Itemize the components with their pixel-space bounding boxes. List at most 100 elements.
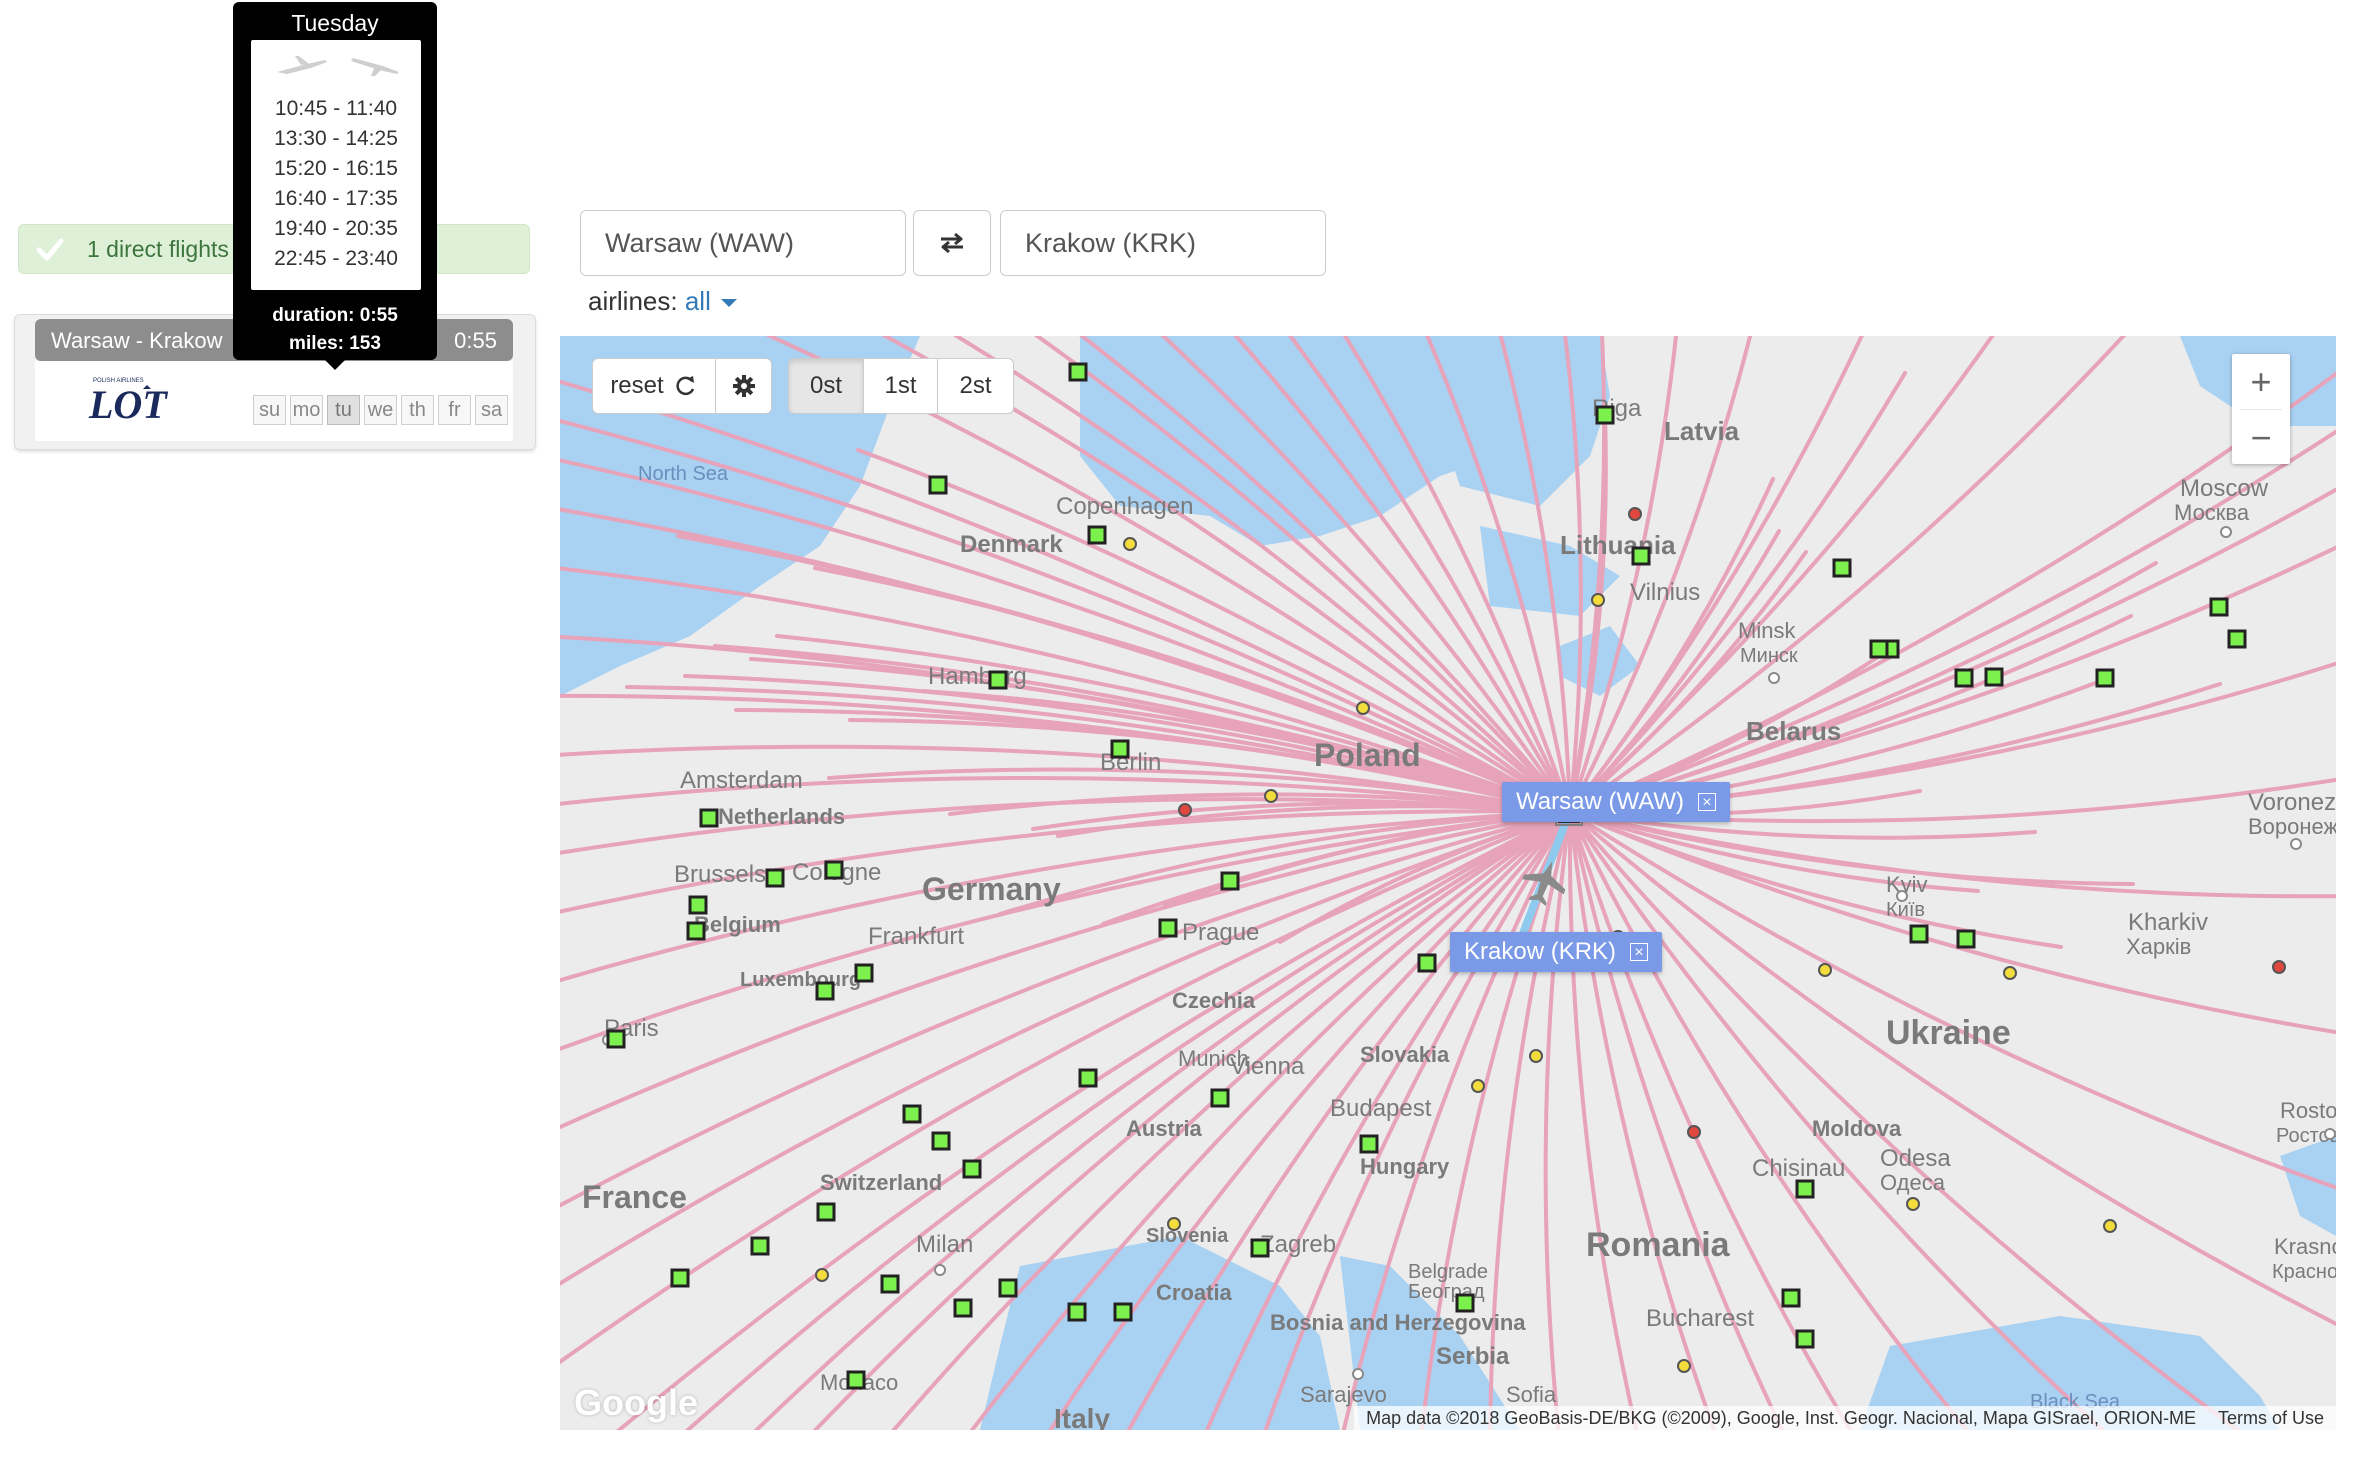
airport-marker[interactable] xyxy=(1909,924,1929,944)
day-we[interactable]: we xyxy=(364,395,397,425)
airport-marker[interactable] xyxy=(953,1298,973,1318)
airport-marker[interactable] xyxy=(1631,546,1651,566)
airport-marker[interactable] xyxy=(1110,739,1130,759)
place-label: Denmark xyxy=(960,531,1063,558)
airport-marker[interactable] xyxy=(1113,1302,1133,1322)
airport-marker[interactable] xyxy=(699,808,719,828)
place-label: Hungary xyxy=(1360,1154,1450,1179)
small-airport-marker[interactable] xyxy=(1906,1197,1920,1211)
terms-link[interactable]: Terms of Use xyxy=(2218,1408,2324,1429)
airport-marker[interactable] xyxy=(1595,405,1615,425)
airport-marker[interactable] xyxy=(1954,668,1974,688)
small-airport-marker[interactable] xyxy=(1471,1079,1485,1093)
small-airport-marker[interactable] xyxy=(1591,593,1605,607)
small-airport-marker[interactable] xyxy=(1167,1217,1181,1231)
small-airport-marker[interactable] xyxy=(1677,1359,1691,1373)
small-airport-marker[interactable] xyxy=(2272,960,2286,974)
small-airport-marker[interactable] xyxy=(1178,803,1192,817)
check-icon xyxy=(36,238,64,261)
zoom-in-button[interactable]: + xyxy=(2232,354,2290,409)
airport-marker[interactable] xyxy=(854,963,874,983)
airport-marker[interactable] xyxy=(931,1131,951,1151)
airport-marker[interactable] xyxy=(1869,639,1889,659)
airport-marker[interactable] xyxy=(2227,629,2247,649)
place-label: Slovakia xyxy=(1360,1042,1450,1067)
airport-marker[interactable] xyxy=(1068,362,1088,382)
zoom-out-button[interactable]: − xyxy=(2232,410,2290,465)
airport-marker[interactable] xyxy=(1795,1179,1815,1199)
airport-marker[interactable] xyxy=(1210,1088,1230,1108)
airport-marker[interactable] xyxy=(1359,1134,1379,1154)
airport-marker[interactable] xyxy=(928,475,948,495)
place-label: Switzerland xyxy=(820,1170,942,1195)
day-mo[interactable]: mo xyxy=(290,395,323,425)
airport-marker[interactable] xyxy=(1455,1293,1475,1313)
airport-marker[interactable] xyxy=(1832,558,1852,578)
airport-marker[interactable] xyxy=(962,1159,982,1179)
place-label: Belarus xyxy=(1746,716,1841,746)
day-tu[interactable]: tu xyxy=(327,395,360,425)
day-th[interactable]: th xyxy=(401,395,434,425)
map-canvas[interactable]: North Sea Denmark Copenhagen Hamburg Ams… xyxy=(560,336,2336,1430)
day-fr[interactable]: fr xyxy=(438,395,471,425)
airport-marker[interactable] xyxy=(686,921,706,941)
airport-marker[interactable] xyxy=(750,1236,770,1256)
stops-0-button[interactable]: 0st xyxy=(788,358,864,414)
small-airport-marker[interactable] xyxy=(1818,963,1832,977)
airport-marker[interactable] xyxy=(2095,668,2115,688)
small-airport-marker[interactable] xyxy=(1687,1125,1701,1139)
airport-marker[interactable] xyxy=(824,860,844,880)
origin-input[interactable] xyxy=(580,210,906,276)
caret-down-icon[interactable] xyxy=(720,299,737,308)
small-airport-marker[interactable] xyxy=(1264,789,1278,803)
airport-marker[interactable] xyxy=(988,670,1008,690)
airlines-dropdown[interactable]: all xyxy=(685,286,711,316)
time-slot: 10:45 - 11:40 xyxy=(274,97,398,120)
place-label: Воронеж xyxy=(2248,814,2336,839)
small-airport-marker[interactable] xyxy=(815,1268,829,1282)
airport-marker[interactable] xyxy=(998,1278,1018,1298)
day-sa[interactable]: sa xyxy=(475,395,508,425)
airport-marker[interactable] xyxy=(1078,1068,1098,1088)
airport-marker[interactable] xyxy=(815,981,835,1001)
airport-marker[interactable] xyxy=(1795,1329,1815,1349)
airport-marker[interactable] xyxy=(1956,929,1976,949)
airport-marker[interactable] xyxy=(1087,525,1107,545)
route-name: Warsaw - Krakow xyxy=(51,328,223,353)
airport-marker[interactable] xyxy=(2209,597,2229,617)
small-airport-marker[interactable] xyxy=(1529,1049,1543,1063)
destination-input[interactable] xyxy=(1000,210,1326,276)
airport-marker[interactable] xyxy=(765,868,785,888)
small-airport-marker[interactable] xyxy=(1628,507,1642,521)
small-airport-marker[interactable] xyxy=(1123,537,1137,551)
airport-marker[interactable] xyxy=(1417,953,1437,973)
airport-marker[interactable] xyxy=(902,1104,922,1124)
place-label: Київ xyxy=(1886,899,1925,921)
airport-marker[interactable] xyxy=(880,1274,900,1294)
airport-marker[interactable] xyxy=(606,1029,626,1049)
map-toolbar: reset xyxy=(592,358,772,414)
airport-marker[interactable] xyxy=(1158,918,1178,938)
small-airport-marker[interactable] xyxy=(1356,701,1370,715)
day-su[interactable]: su xyxy=(253,395,286,425)
airport-marker[interactable] xyxy=(846,1370,866,1390)
small-airport-marker[interactable] xyxy=(2003,966,2017,980)
airport-marker[interactable] xyxy=(1781,1288,1801,1308)
airport-marker[interactable] xyxy=(670,1268,690,1288)
airport-marker[interactable] xyxy=(1250,1238,1270,1258)
remove-destination-button[interactable]: × xyxy=(1630,943,1649,961)
airport-marker[interactable] xyxy=(1984,667,2004,687)
settings-button[interactable] xyxy=(716,358,772,414)
place-label: Bucharest xyxy=(1646,1305,1754,1332)
route-map[interactable]: North Sea Denmark Copenhagen Hamburg Ams… xyxy=(560,336,2336,1430)
small-airport-marker[interactable] xyxy=(2103,1219,2117,1233)
remove-origin-button[interactable]: × xyxy=(1697,793,1716,811)
airport-marker[interactable] xyxy=(688,895,708,915)
stops-2-button[interactable]: 2st xyxy=(938,358,1014,414)
swap-button[interactable] xyxy=(913,210,991,276)
stops-1-button[interactable]: 1st xyxy=(864,358,938,414)
airport-marker[interactable] xyxy=(1067,1302,1087,1322)
airport-marker[interactable] xyxy=(1220,871,1240,891)
reset-button[interactable]: reset xyxy=(592,358,716,414)
airport-marker[interactable] xyxy=(816,1202,836,1222)
